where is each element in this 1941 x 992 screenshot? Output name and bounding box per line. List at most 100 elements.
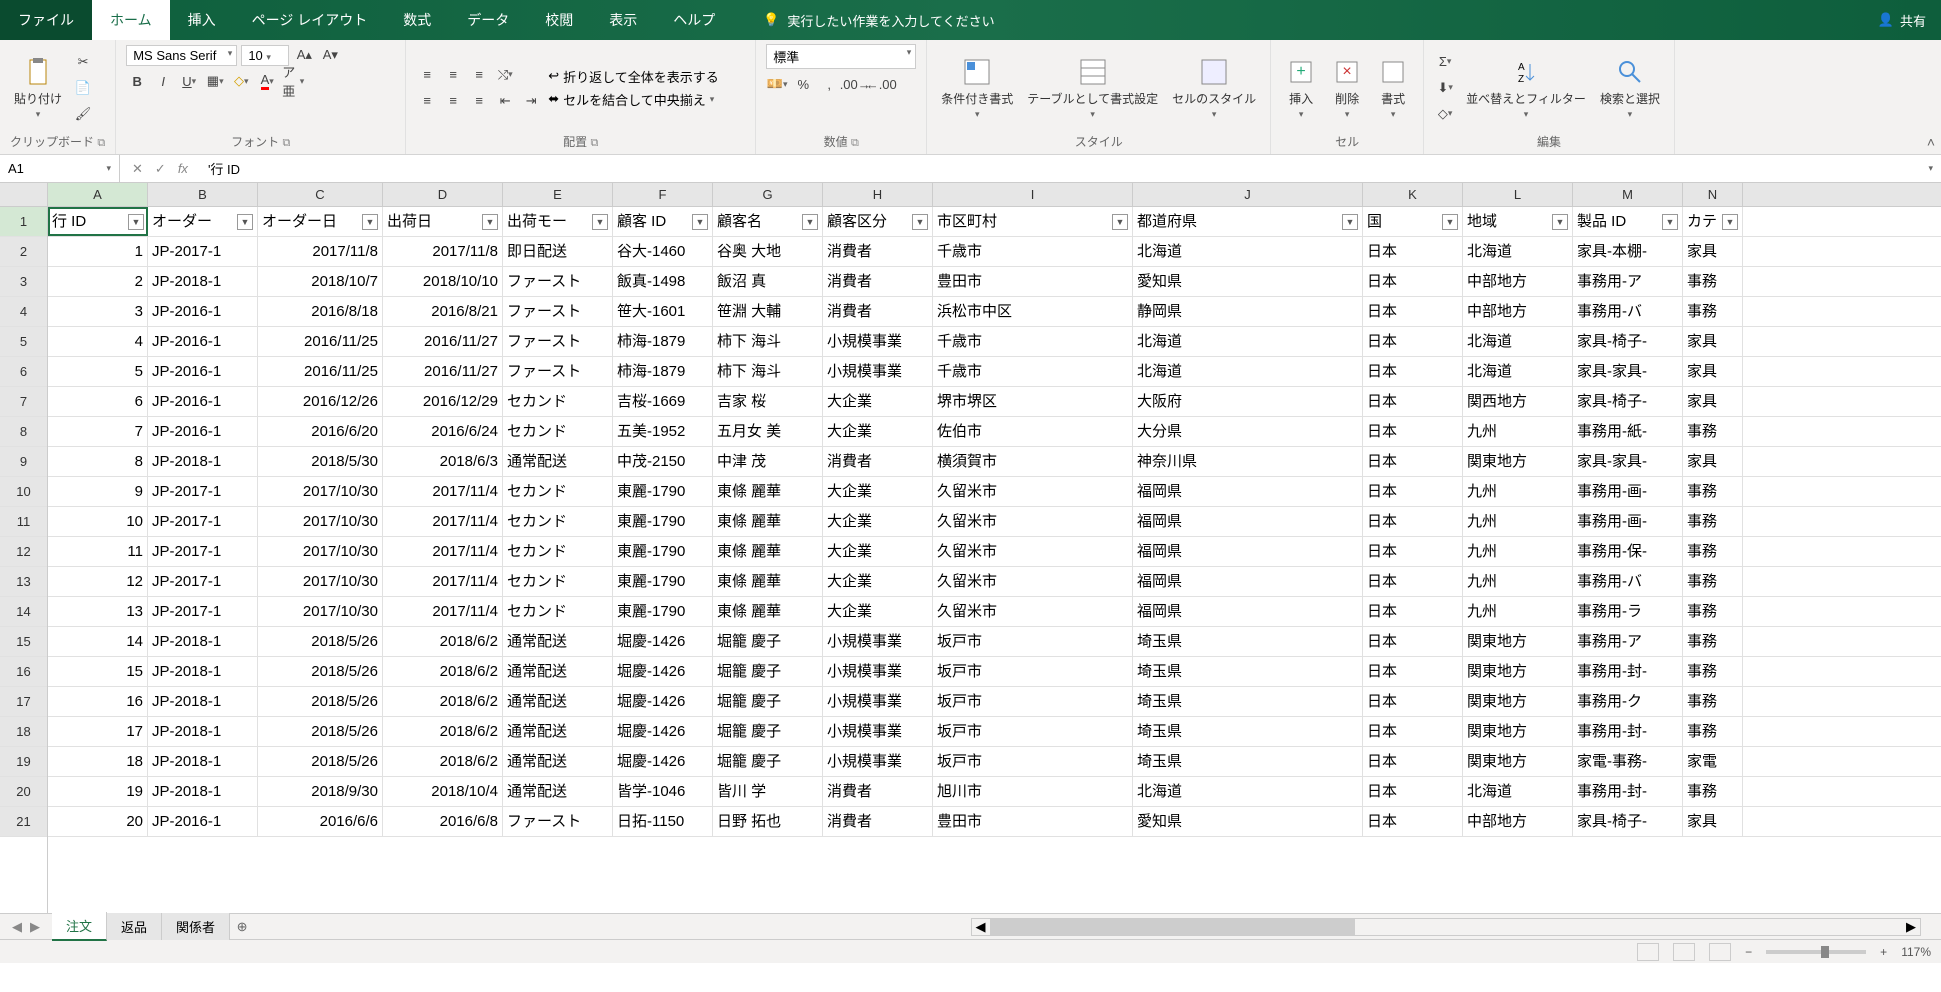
data-cell[interactable]: 日本 bbox=[1363, 537, 1463, 566]
data-cell[interactable]: 埼玉県 bbox=[1133, 747, 1363, 776]
data-cell[interactable]: 家具-椅子- bbox=[1573, 387, 1683, 416]
data-cell[interactable]: 関西地方 bbox=[1463, 387, 1573, 416]
column-header-H[interactable]: H bbox=[823, 183, 933, 206]
data-cell[interactable]: 笹淵 大輔 bbox=[713, 297, 823, 326]
data-cell[interactable]: 1 bbox=[48, 237, 148, 266]
data-cell[interactable]: 豊田市 bbox=[933, 267, 1133, 296]
data-cell[interactable]: 千歳市 bbox=[933, 327, 1133, 356]
row-header-19[interactable]: 19 bbox=[0, 747, 47, 777]
row-header-18[interactable]: 18 bbox=[0, 717, 47, 747]
data-cell[interactable]: 福岡県 bbox=[1133, 597, 1363, 626]
data-cell[interactable]: 2018/5/26 bbox=[258, 627, 383, 656]
data-cell[interactable]: 関東地方 bbox=[1463, 747, 1573, 776]
data-cell[interactable]: 堀籠 慶子 bbox=[713, 627, 823, 656]
data-cell[interactable]: 日本 bbox=[1363, 267, 1463, 296]
data-cell[interactable]: 2018/6/2 bbox=[383, 687, 503, 716]
tab-view[interactable]: 表示 bbox=[591, 0, 655, 40]
filter-button[interactable]: ▼ bbox=[1552, 214, 1568, 230]
data-cell[interactable]: セカンド bbox=[503, 477, 613, 506]
data-cell[interactable]: 日本 bbox=[1363, 747, 1463, 776]
data-cell[interactable]: JP-2018-1 bbox=[148, 267, 258, 296]
data-cell[interactable]: 家具-家具- bbox=[1573, 357, 1683, 386]
alignment-launcher[interactable]: ⧉ bbox=[590, 137, 598, 149]
row-header-12[interactable]: 12 bbox=[0, 537, 47, 567]
data-cell[interactable]: 愛知県 bbox=[1133, 807, 1363, 836]
increase-decimal-button[interactable]: .00→ bbox=[844, 73, 866, 95]
clipboard-launcher[interactable]: ⧉ bbox=[97, 137, 105, 149]
accounting-format-button[interactable]: 💴▾ bbox=[766, 73, 788, 95]
header-cell[interactable]: カテ▼ bbox=[1683, 207, 1743, 236]
data-cell[interactable]: 事務用-バ bbox=[1573, 567, 1683, 596]
data-cell[interactable]: 事務 bbox=[1683, 627, 1743, 656]
column-header-L[interactable]: L bbox=[1463, 183, 1573, 206]
sheet-tab-active[interactable]: 注文 bbox=[52, 912, 107, 941]
align-left-button[interactable]: ≡ bbox=[416, 90, 438, 112]
data-cell[interactable]: 坂戸市 bbox=[933, 687, 1133, 716]
find-select-button[interactable]: 検索と選択▾ bbox=[1596, 52, 1664, 124]
data-cell[interactable]: 日本 bbox=[1363, 237, 1463, 266]
column-header-D[interactable]: D bbox=[383, 183, 503, 206]
data-cell[interactable]: 2016/12/26 bbox=[258, 387, 383, 416]
column-header-C[interactable]: C bbox=[258, 183, 383, 206]
data-cell[interactable]: JP-2016-1 bbox=[148, 327, 258, 356]
data-cell[interactable]: 日本 bbox=[1363, 567, 1463, 596]
data-cell[interactable]: 2016/11/25 bbox=[258, 327, 383, 356]
bold-button[interactable]: B bbox=[126, 70, 148, 92]
data-cell[interactable]: 東條 麗華 bbox=[713, 507, 823, 536]
data-cell[interactable]: 谷奥 大地 bbox=[713, 237, 823, 266]
data-cell[interactable]: 2016/12/29 bbox=[383, 387, 503, 416]
data-cell[interactable]: 飯真-1498 bbox=[613, 267, 713, 296]
header-cell[interactable]: 顧客 ID▼ bbox=[613, 207, 713, 236]
data-cell[interactable]: 消費者 bbox=[823, 297, 933, 326]
data-cell[interactable]: JP-2018-1 bbox=[148, 627, 258, 656]
select-all-corner[interactable] bbox=[0, 183, 48, 206]
header-cell[interactable]: 顧客区分▼ bbox=[823, 207, 933, 236]
data-cell[interactable]: 2016/8/18 bbox=[258, 297, 383, 326]
horizontal-scroll-thumb[interactable] bbox=[990, 919, 1355, 935]
collapse-ribbon-button[interactable]: ˄ bbox=[1927, 134, 1935, 150]
fill-color-button[interactable]: ◇▾ bbox=[230, 70, 252, 92]
data-cell[interactable]: 佐伯市 bbox=[933, 417, 1133, 446]
data-cell[interactable]: ファースト bbox=[503, 357, 613, 386]
zoom-level[interactable]: 117% bbox=[1901, 945, 1931, 959]
data-cell[interactable]: 吉家 桜 bbox=[713, 387, 823, 416]
data-cell[interactable]: ファースト bbox=[503, 297, 613, 326]
data-cell[interactable]: 2016/11/27 bbox=[383, 327, 503, 356]
data-cell[interactable]: セカンド bbox=[503, 537, 613, 566]
sort-filter-button[interactable]: AZ並べ替えとフィルター▾ bbox=[1462, 52, 1590, 124]
data-cell[interactable]: 事務 bbox=[1683, 297, 1743, 326]
add-sheet-button[interactable]: ⊕ bbox=[230, 919, 254, 935]
data-cell[interactable]: JP-2018-1 bbox=[148, 717, 258, 746]
data-cell[interactable]: 浜松市中区 bbox=[933, 297, 1133, 326]
row-header-15[interactable]: 15 bbox=[0, 627, 47, 657]
data-cell[interactable]: 九州 bbox=[1463, 477, 1573, 506]
data-cell[interactable]: 通常配送 bbox=[503, 717, 613, 746]
column-header-E[interactable]: E bbox=[503, 183, 613, 206]
underline-button[interactable]: U▾ bbox=[178, 70, 200, 92]
header-cell[interactable]: 行 ID▼ bbox=[48, 207, 148, 236]
tab-file[interactable]: ファイル bbox=[0, 0, 92, 40]
name-box-dropdown[interactable]: ▾ bbox=[106, 163, 111, 174]
data-cell[interactable]: 坂戸市 bbox=[933, 717, 1133, 746]
data-cell[interactable]: 愛知県 bbox=[1133, 267, 1363, 296]
formula-input[interactable]: '行 ID bbox=[200, 159, 1921, 178]
data-cell[interactable]: 福岡県 bbox=[1133, 477, 1363, 506]
data-cell[interactable]: 4 bbox=[48, 327, 148, 356]
data-cell[interactable]: ファースト bbox=[503, 327, 613, 356]
data-cell[interactable]: 11 bbox=[48, 537, 148, 566]
cell-styles-button[interactable]: セルのスタイル▾ bbox=[1168, 52, 1260, 124]
data-cell[interactable]: 久留米市 bbox=[933, 537, 1133, 566]
data-cell[interactable]: 静岡県 bbox=[1133, 297, 1363, 326]
data-cell[interactable]: 東條 麗華 bbox=[713, 567, 823, 596]
data-cell[interactable]: JP-2017-1 bbox=[148, 507, 258, 536]
header-cell[interactable]: 地域▼ bbox=[1463, 207, 1573, 236]
align-center-button[interactable]: ≡ bbox=[442, 90, 464, 112]
orientation-button[interactable]: ⤭▾ bbox=[494, 64, 516, 86]
data-cell[interactable]: 笹大-1601 bbox=[613, 297, 713, 326]
data-cell[interactable]: JP-2016-1 bbox=[148, 807, 258, 836]
data-cell[interactable]: 北海道 bbox=[1133, 357, 1363, 386]
zoom-in-button[interactable]: + bbox=[1880, 945, 1887, 959]
data-cell[interactable]: 日本 bbox=[1363, 597, 1463, 626]
data-cell[interactable]: 家電 bbox=[1683, 747, 1743, 776]
data-cell[interactable]: 2017/11/4 bbox=[383, 597, 503, 626]
